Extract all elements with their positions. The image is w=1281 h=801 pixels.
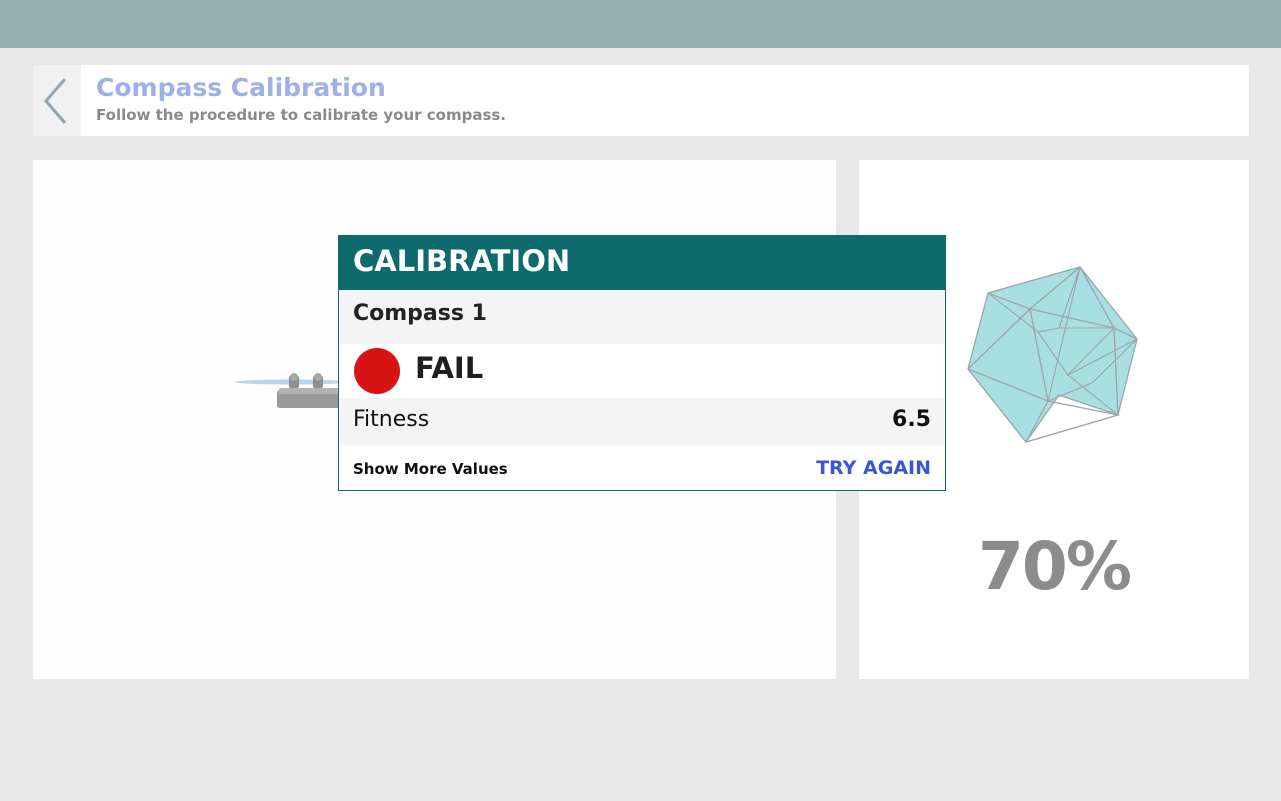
compass-label: Compass 1 — [353, 301, 487, 326]
show-more-values-link[interactable]: Show More Values — [353, 460, 508, 478]
fitness-row: Fitness 6.5 — [339, 398, 945, 446]
progress-percent: 70% — [978, 528, 1132, 605]
fitness-value: 6.5 — [892, 407, 931, 432]
dialog-header: CALIBRATION — [339, 236, 945, 290]
status-label: FAIL — [415, 351, 484, 385]
dialog-actions: Show More Values TRY AGAIN — [339, 446, 945, 490]
page-title: Compass Calibration — [96, 73, 386, 102]
back-button[interactable] — [33, 65, 81, 136]
fitness-label: Fitness — [353, 407, 430, 432]
compass-row: Compass 1 — [339, 290, 945, 344]
chevron-left-icon — [44, 78, 67, 124]
fail-status-icon — [354, 348, 400, 394]
page-subtitle: Follow the procedure to calibrate your c… — [96, 106, 507, 124]
calibration-sphere-graphic — [967, 265, 1138, 444]
dialog-title: CALIBRATION — [353, 244, 571, 278]
calibration-result-dialog: CALIBRATION Compass 1 FAIL Fitness 6.5 S… — [338, 235, 946, 491]
try-again-button[interactable]: TRY AGAIN — [816, 457, 931, 479]
top-bar — [0, 0, 1281, 48]
status-row: FAIL — [339, 344, 945, 398]
page-header: Compass Calibration Follow the procedure… — [33, 65, 1249, 136]
